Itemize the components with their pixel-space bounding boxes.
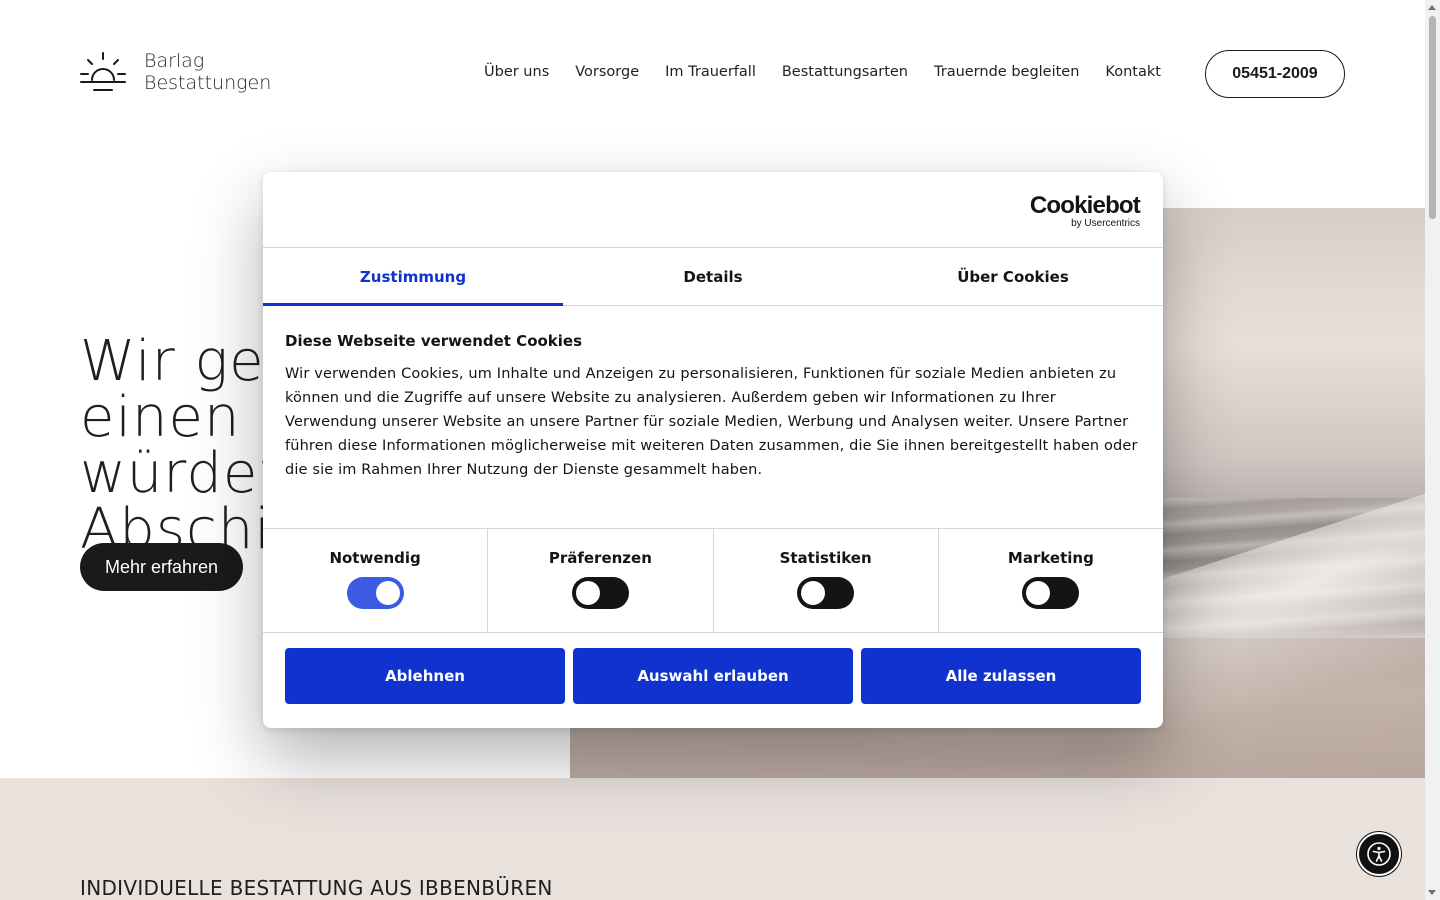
deny-button[interactable]: Ablehnen <box>285 648 565 704</box>
nav-item-kontakt[interactable]: Kontakt <box>1105 64 1161 80</box>
toggle-label: Präferenzen <box>548 549 652 567</box>
toggle-label: Statistiken <box>779 549 872 567</box>
tab-details[interactable]: Details <box>563 248 863 305</box>
scroll-down-icon[interactable] <box>1428 890 1436 895</box>
toggle-marketing: Marketing <box>939 529 1163 632</box>
nav-item-bestattungsarten[interactable]: Bestattungsarten <box>782 64 908 80</box>
site-header: Barlag Bestattungen Über uns Vorsorge Im… <box>0 0 1425 150</box>
cookie-dialog-header: Cookiebot by Usercentrics <box>263 172 1163 248</box>
tab-ueber-cookies[interactable]: Über Cookies <box>863 248 1163 305</box>
toggle-label: Notwendig <box>329 549 421 567</box>
nav-item-vorsorge[interactable]: Vorsorge <box>575 64 639 80</box>
cookie-description: Wir verwenden Cookies, um Inhalte und An… <box>285 366 1138 478</box>
scroll-up-icon[interactable] <box>1428 5 1436 10</box>
nav-item-im-trauerfall[interactable]: Im Trauerfall <box>665 64 756 80</box>
toggle-statistiken: Statistiken <box>714 529 939 632</box>
page-scrollbar[interactable] <box>1425 0 1440 900</box>
cookie-action-buttons: Ablehnen Auswahl erlauben Alle zulassen <box>263 633 1163 704</box>
switch-knob <box>575 581 600 605</box>
switch-knob <box>375 581 400 605</box>
cookiebot-brand-sub: by Usercentrics <box>1071 218 1140 229</box>
toggle-praeferenzen: Präferenzen <box>488 529 714 632</box>
cookie-dialog-body: Diese Webseite verwendet Cookies Wir ver… <box>263 306 1163 528</box>
cookie-tabs: Zustimmung Details Über Cookies <box>263 248 1163 306</box>
main-nav: Über uns Vorsorge Im Trauerfall Bestattu… <box>484 64 1161 80</box>
allow-all-button[interactable]: Alle zulassen <box>861 648 1141 704</box>
nav-item-ueber-uns[interactable]: Über uns <box>484 64 549 80</box>
section-title: INDIVIDUELLE BESTATTUNG AUS IBBENBÜREN <box>80 876 553 900</box>
allow-selection-button[interactable]: Auswahl erlauben <box>573 648 853 704</box>
cookiebot-brand: Cookiebot <box>1029 192 1141 219</box>
logo-line-1: Barlag <box>144 50 205 72</box>
praeferenzen-switch[interactable] <box>571 577 629 609</box>
accessibility-icon <box>1367 842 1391 866</box>
accessibility-button[interactable] <box>1357 832 1401 876</box>
marketing-switch[interactable] <box>1022 577 1080 609</box>
cookie-heading: Diese Webseite verwendet Cookies <box>285 332 583 350</box>
cookiebot-logo[interactable]: Cookiebot by Usercentrics <box>1029 192 1141 229</box>
hero-cta-button[interactable]: Mehr erfahren <box>80 543 243 591</box>
toggle-notwendig: Notwendig <box>263 529 489 632</box>
statistiken-switch[interactable] <box>797 577 855 609</box>
phone-button[interactable]: 05451-2009 <box>1205 50 1345 98</box>
scrollbar-thumb[interactable] <box>1429 16 1436 219</box>
toggle-label: Marketing <box>1007 549 1094 567</box>
switch-knob <box>801 581 826 605</box>
nav-item-trauernde-begleiten[interactable]: Trauernde begleiten <box>934 64 1079 80</box>
switch-knob <box>1026 581 1051 605</box>
logo-text: Barlag Bestattungen <box>144 50 271 94</box>
sunrise-icon <box>80 52 126 91</box>
cookie-category-toggles: Notwendig Präferenzen Statistiken Market… <box>263 528 1163 633</box>
site-logo[interactable]: Barlag Bestattungen <box>80 50 271 94</box>
tab-zustimmung[interactable]: Zustimmung <box>263 248 563 306</box>
notwendig-switch[interactable] <box>346 577 404 609</box>
cookie-consent-dialog: Cookiebot by Usercentrics Zustimmung Det… <box>263 172 1163 728</box>
logo-line-2: Bestattungen <box>144 72 272 94</box>
